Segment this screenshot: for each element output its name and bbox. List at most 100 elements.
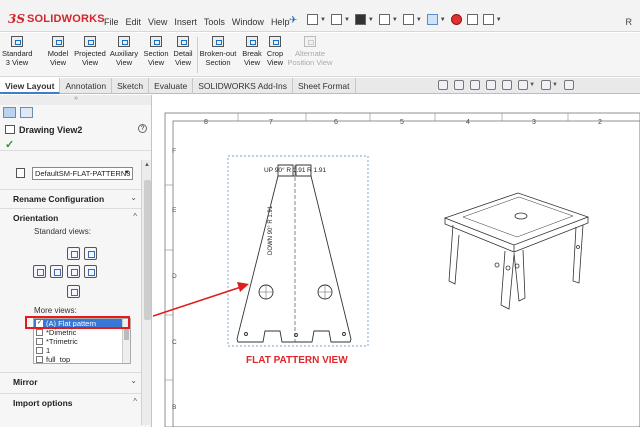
list-scrollbar[interactable] — [122, 319, 130, 363]
menu-view[interactable]: View — [148, 17, 167, 27]
previous-view-icon[interactable] — [470, 80, 481, 90]
mirror-section[interactable]: Mirror ⌄ — [0, 372, 141, 390]
list-item[interactable]: ✓ (A) Flat pattern — [34, 319, 130, 328]
checkbox[interactable] — [36, 329, 43, 336]
bottom-view-icon[interactable] — [67, 285, 80, 298]
column-number: 7 — [269, 119, 273, 126]
isometric-model-view[interactable] — [443, 192, 590, 310]
new-document-icon[interactable] — [307, 14, 318, 25]
chevron-down-icon[interactable]: ▼ — [392, 17, 398, 23]
crop-view-button[interactable]: Crop View — [264, 36, 286, 67]
rotate-view-icon[interactable] — [486, 80, 497, 90]
property-manager-tab-icon[interactable] — [3, 107, 16, 118]
orientation-section[interactable]: Orientation ^ — [0, 208, 141, 226]
chevron-down-icon[interactable]: ▼ — [416, 17, 422, 23]
ok-check-icon[interactable]: ✓ — [5, 138, 14, 151]
configuration-select[interactable]: DefaultSM-FLAT-PATTERN3 ▼ — [32, 167, 133, 180]
flat-pattern-part[interactable] — [236, 164, 352, 343]
import-options-section[interactable]: Import options ^ — [0, 393, 141, 411]
broken-out-section-button[interactable]: Broken-out Section — [198, 36, 238, 67]
column-number: 4 — [466, 119, 470, 126]
left-view-icon[interactable] — [67, 265, 80, 278]
tab-evaluate[interactable]: Evaluate — [149, 78, 194, 94]
tab-view-layout[interactable]: View Layout — [0, 78, 61, 94]
flat-pattern-view-annotation: FLAT PATTERN VIEW — [246, 355, 348, 366]
view-boundary[interactable] — [227, 155, 369, 347]
display-style-icon[interactable] — [518, 80, 529, 90]
menu-insert[interactable]: Insert — [174, 17, 197, 27]
window-title-text: R — [625, 17, 633, 27]
menu-file[interactable]: File — [104, 17, 119, 27]
list-item[interactable]: 1 — [34, 346, 130, 355]
menu-tools[interactable]: Tools — [204, 17, 225, 27]
panel-collapse-handle[interactable]: » — [0, 95, 151, 105]
hide-show-items-icon[interactable] — [541, 80, 552, 90]
title-bar: 3S SOLIDWORKS File Edit View Insert Tool… — [0, 0, 640, 32]
drawing-canvas[interactable] — [153, 95, 640, 427]
chevron-down-icon[interactable]: ▼ — [368, 17, 374, 23]
save-icon[interactable] — [354, 14, 366, 25]
projected-view-button[interactable]: Projected View — [74, 36, 106, 67]
rename-configuration-section[interactable]: Rename Configuration ⌄ — [0, 189, 141, 207]
alternate-position-view-button[interactable]: Alternate Position View — [286, 36, 334, 67]
standard-3-view-button[interactable]: Standard 3 View — [2, 36, 32, 67]
zoom-to-fit-icon[interactable] — [438, 80, 449, 90]
alternate-position-view-icon — [304, 36, 316, 47]
chevron-down-icon[interactable]: ▼ — [440, 17, 446, 23]
chevron-down-icon[interactable]: ▼ — [529, 82, 535, 90]
open-folder-icon[interactable] — [330, 14, 342, 25]
break-view-button[interactable]: Break View — [241, 36, 263, 67]
front-view-icon[interactable] — [33, 265, 46, 278]
view-settings-icon[interactable] — [564, 80, 574, 90]
list-item[interactable]: *Dimetric — [34, 328, 130, 337]
zoom-to-area-icon[interactable] — [454, 80, 465, 90]
top-view-icon[interactable] — [84, 265, 97, 278]
tab-annotation[interactable]: Annotation — [60, 78, 113, 94]
menu-edit[interactable]: Edit — [126, 17, 142, 27]
auxiliary-view-button[interactable]: Auxiliary View — [108, 36, 140, 67]
logo-text: SOLIDWORKS — [27, 13, 105, 25]
model-view-button[interactable]: Model View — [46, 36, 70, 67]
button-label: View — [147, 58, 165, 67]
column-ticks — [165, 113, 569, 381]
scroll-thumb[interactable] — [144, 180, 151, 320]
print-icon[interactable] — [378, 14, 390, 25]
list-item[interactable]: *Trimetric — [34, 337, 130, 346]
checkbox[interactable]: ✓ — [36, 320, 43, 327]
menu-window[interactable]: Window — [232, 17, 264, 27]
column-number: 2 — [598, 119, 602, 126]
menu-help[interactable]: Help — [271, 17, 290, 27]
options-gear-icon[interactable] — [482, 14, 494, 25]
panel-scrollbar[interactable]: ▲ — [141, 160, 151, 425]
section-view-icon[interactable] — [502, 80, 513, 90]
file-properties-icon[interactable] — [466, 14, 478, 25]
chevron-down-icon[interactable]: ▼ — [552, 82, 558, 90]
crop-view-icon — [269, 36, 281, 47]
button-label: View — [115, 58, 133, 67]
scroll-thumb[interactable] — [124, 328, 129, 340]
scroll-up-icon[interactable]: ▲ — [144, 162, 150, 168]
checkbox[interactable] — [36, 356, 43, 363]
list-item[interactable]: full_top — [34, 355, 130, 363]
chevron-down-icon[interactable]: ▼ — [496, 17, 502, 23]
back-view-icon[interactable] — [67, 247, 80, 260]
list-item-label: 1 — [46, 346, 51, 355]
feature-manager-tab-icon[interactable] — [20, 107, 33, 118]
select-pointer-icon[interactable] — [426, 14, 438, 25]
chevron-up-icon: ^ — [133, 397, 137, 406]
chevron-down-icon[interactable]: ▼ — [320, 17, 326, 23]
tab-solidworks-add-ins[interactable]: SOLIDWORKS Add-Ins — [193, 78, 294, 94]
checkbox[interactable] — [36, 338, 43, 345]
tab-sheet-format[interactable]: Sheet Format — [293, 78, 356, 94]
help-icon[interactable]: ? — [138, 124, 147, 133]
undo-icon[interactable] — [402, 14, 414, 25]
pin-icon[interactable]: ✈ — [289, 15, 297, 26]
section-view-button[interactable]: Section View — [143, 36, 169, 67]
detail-view-button[interactable]: Detail View — [171, 36, 195, 67]
right-view-icon[interactable] — [50, 265, 63, 278]
chevron-down-icon[interactable]: ▼ — [344, 17, 350, 23]
traffic-light-icon[interactable] — [450, 14, 462, 25]
checkbox[interactable] — [36, 347, 43, 354]
tab-sketch[interactable]: Sketch — [112, 78, 150, 94]
isometric-view-icon[interactable] — [84, 247, 97, 260]
